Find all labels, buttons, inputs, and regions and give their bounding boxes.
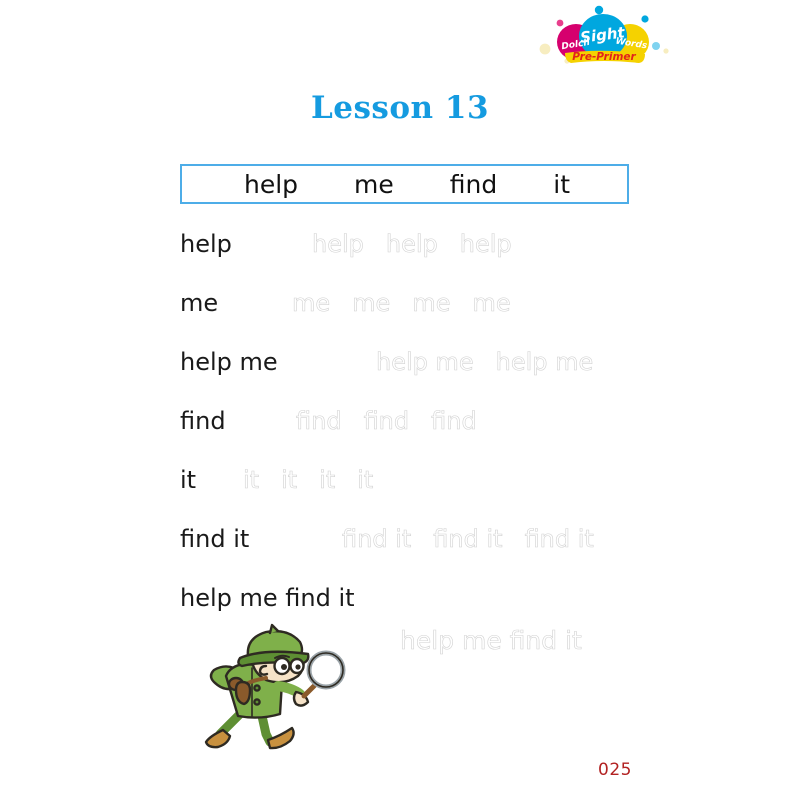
trace-word: it	[281, 466, 298, 494]
practice-row-solid-word: find	[180, 407, 226, 435]
detective-pipe-bowl	[234, 680, 252, 706]
practice-row-traces: find it find it find it	[342, 527, 594, 552]
practice-row-solid-word: help	[180, 230, 232, 258]
practice-rows: help help help help me me me me me help me help me…	[180, 232, 780, 645]
trace-word: help	[312, 230, 364, 258]
word-bank-word: find	[449, 169, 498, 199]
practice-row-traces: me me me me	[292, 291, 511, 316]
logo-dot-cream-right	[663, 48, 669, 54]
trace-word: find it	[524, 525, 594, 553]
practice-row: me me me me me	[180, 291, 780, 350]
trace-word: find	[431, 407, 477, 435]
detective-ear	[258, 664, 269, 676]
logo-dot-lightblue-right	[652, 42, 660, 50]
trace-word: me	[472, 289, 511, 317]
logo-dot-cream-left	[539, 43, 551, 55]
detective-pupil-right	[295, 664, 301, 670]
word-bank-word: it	[553, 169, 570, 199]
detective-leg-right	[257, 711, 275, 747]
practice-row-solid-word: me	[180, 289, 219, 317]
final-trace-line: help me find it	[400, 628, 582, 654]
trace-word: it	[243, 466, 260, 494]
practice-row: it it it it it	[180, 468, 780, 527]
trace-word: help	[459, 230, 512, 258]
logo-dot-blue-right	[641, 15, 649, 23]
trace-word: me	[352, 289, 391, 317]
logo-text-pre-primer: Pre-Primer	[572, 51, 636, 63]
practice-row-solid-word: find it	[180, 525, 250, 553]
trace-word: find it	[433, 525, 503, 553]
word-bank-word: me	[354, 169, 394, 199]
trace-word: me	[412, 289, 451, 317]
logo-dot-pink-left	[556, 19, 564, 27]
detective-shoe-right	[266, 726, 295, 750]
trace-word: help me	[495, 348, 594, 376]
page-title: Lesson 13	[310, 90, 490, 126]
practice-row: help me help me help me	[180, 350, 780, 409]
detective-illustration	[196, 622, 348, 754]
practice-row-solid-word: help me	[180, 348, 278, 376]
trace-word: find it	[342, 525, 412, 553]
trace-word: help me find it	[400, 626, 582, 655]
detective-coat-button-2	[253, 698, 261, 706]
practice-row-traces: help help help	[312, 232, 512, 257]
word-bank-box: help me find it	[180, 164, 629, 204]
trace-word: find	[296, 407, 342, 435]
trace-word: it	[357, 466, 374, 494]
trace-word: me	[292, 289, 331, 317]
word-bank-word: help	[244, 169, 299, 199]
page-number: 025	[598, 760, 632, 780]
practice-row: find find find find	[180, 409, 780, 468]
practice-row-solid-word: it	[180, 466, 197, 494]
magnifier-handle	[301, 681, 319, 699]
practice-row-traces: help me help me	[376, 348, 594, 376]
logo-dot-blue-top	[594, 5, 604, 15]
detective-coat-button-1	[253, 684, 261, 692]
practice-row-traces: find find find	[296, 409, 477, 434]
trace-word: help me	[376, 348, 474, 376]
trace-word: find	[363, 407, 410, 435]
practice-row-traces: it it it it	[243, 466, 374, 494]
practice-row: find it find it find it find it	[180, 527, 780, 586]
practice-row-solid-word: help me find it	[180, 584, 355, 612]
word-bank-list: help me find it	[182, 166, 627, 202]
detective-pupil-left	[281, 664, 287, 670]
brand-logo: Dolch Sight Words Pre-Primer	[533, 4, 675, 70]
trace-word: help	[385, 230, 438, 258]
trace-word: it	[319, 466, 336, 494]
detective-shoe-left	[204, 728, 232, 749]
practice-row: help help help help	[180, 232, 780, 291]
